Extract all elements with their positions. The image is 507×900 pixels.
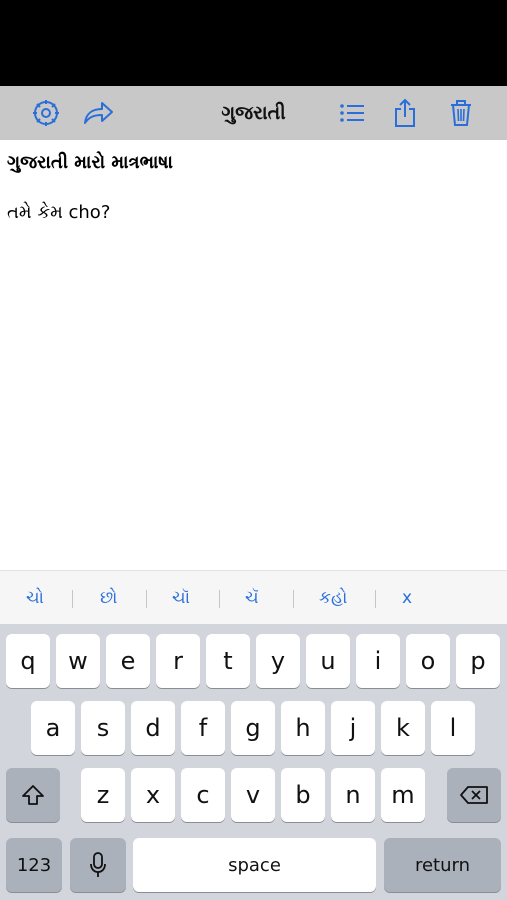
key-h[interactable]: h <box>281 701 325 755</box>
settings-button[interactable] <box>24 86 68 140</box>
key-z[interactable]: z <box>81 768 125 822</box>
toolbar-title: ગુજરાતી <box>221 102 286 124</box>
key-l[interactable]: l <box>431 701 475 755</box>
shift-icon <box>22 785 44 805</box>
suggestion-separator <box>375 590 376 608</box>
suggestion-item[interactable]: ચૉ <box>172 571 190 625</box>
export-button[interactable] <box>383 86 427 140</box>
space-key[interactable]: space <box>133 838 376 892</box>
key-y[interactable]: y <box>256 634 300 688</box>
key-a[interactable]: a <box>31 701 75 755</box>
key-o[interactable]: o <box>406 634 450 688</box>
key-t[interactable]: t <box>206 634 250 688</box>
suggestion-separator <box>219 590 220 608</box>
suggestion-item[interactable]: કહો <box>319 571 347 625</box>
suggestion-separator <box>72 590 73 608</box>
key-n[interactable]: n <box>331 768 375 822</box>
suggestion-item[interactable]: x <box>402 571 412 625</box>
editor-line: ગુજરાતી મારો માત્રભાષા <box>7 152 173 173</box>
settings-icon <box>33 100 59 126</box>
keyboard: q w e r t y u i o p a s d f g h j k l z … <box>0 624 507 900</box>
share-forward-icon <box>84 102 113 124</box>
key-j[interactable]: j <box>331 701 375 755</box>
key-w[interactable]: w <box>56 634 100 688</box>
key-r[interactable]: r <box>156 634 200 688</box>
suggestion-item[interactable]: છો <box>100 571 117 625</box>
numbers-key[interactable]: 123 <box>6 838 62 892</box>
delete-key[interactable] <box>447 768 501 822</box>
list-button[interactable] <box>330 86 374 140</box>
key-f[interactable]: f <box>181 701 225 755</box>
export-icon <box>395 98 415 127</box>
suggestion-separator <box>293 590 294 608</box>
key-s[interactable]: s <box>81 701 125 755</box>
suggestion-item[interactable]: ચૅ <box>245 571 259 625</box>
shift-key[interactable] <box>6 768 60 822</box>
suggestion-item[interactable]: ચો <box>26 571 44 625</box>
key-p[interactable]: p <box>456 634 500 688</box>
status-bar <box>0 0 507 86</box>
key-v[interactable]: v <box>231 768 275 822</box>
key-d[interactable]: d <box>131 701 175 755</box>
key-u[interactable]: u <box>306 634 350 688</box>
list-icon <box>340 104 364 122</box>
return-key[interactable]: return <box>384 838 501 892</box>
text-editor[interactable]: ગુજરાતી મારો માત્રભાષા તમે કેમ cho? <box>0 140 507 570</box>
key-b[interactable]: b <box>281 768 325 822</box>
key-e[interactable]: e <box>106 634 150 688</box>
key-x[interactable]: x <box>131 768 175 822</box>
key-q[interactable]: q <box>6 634 50 688</box>
key-k[interactable]: k <box>381 701 425 755</box>
key-m[interactable]: m <box>381 768 425 822</box>
key-c[interactable]: c <box>181 768 225 822</box>
backspace-icon <box>460 786 488 804</box>
suggestion-separator <box>146 590 147 608</box>
forward-button[interactable] <box>76 86 120 140</box>
suggestion-bar: ચો છો ચૉ ચૅ કહો x <box>0 570 507 625</box>
microphone-icon <box>90 852 106 877</box>
trash-icon <box>451 100 471 126</box>
toolbar: ગુજરાતી <box>0 86 507 140</box>
editor-line: તમે કેમ cho? <box>7 202 111 223</box>
key-g[interactable]: g <box>231 701 275 755</box>
key-i[interactable]: i <box>356 634 400 688</box>
delete-button[interactable] <box>439 86 483 140</box>
dictation-key[interactable] <box>70 838 126 892</box>
